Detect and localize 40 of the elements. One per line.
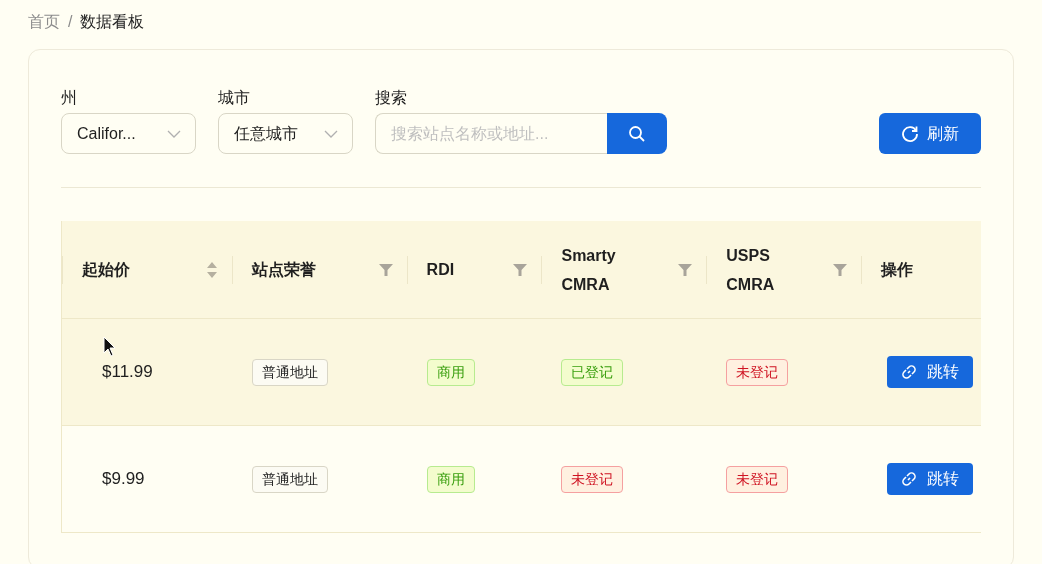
filter-icon[interactable] [833,262,848,277]
status-tag: 商用 [426,358,475,386]
jump-button[interactable]: 跳转 [887,463,974,495]
link-icon [901,364,918,380]
select-field[interactable]: 任意城市 [218,113,353,154]
price-text: $11.99 [102,362,153,382]
filter-icon[interactable] [513,262,528,277]
cursor-icon [103,336,117,358]
jump-button[interactable]: 跳转 [887,356,974,388]
column-header: USPS CMRA [726,245,776,295]
status-tag: 普通地址 [251,465,328,493]
status-tag: 商用 [426,465,475,493]
filter-label: 州 [61,88,78,108]
filter-icon[interactable] [678,262,693,277]
status-tag: 未登记 [561,465,624,493]
search-button[interactable] [607,113,667,154]
column-header: 站点荣誉 [251,260,317,280]
refresh-button[interactable]: 刷新 [879,113,981,154]
price-text: $9.99 [102,469,145,489]
status-tag: 普通地址 [251,358,328,386]
breadcrumb-current: 数据看板 [80,11,145,32]
select-field[interactable]: Califor... [61,113,196,154]
column-header: RDI [426,260,456,280]
filter-label: 搜索 [375,88,408,108]
chevron-down-icon [167,128,181,139]
link-icon [901,471,918,487]
column-header: Smarty CMRA [561,245,617,295]
refresh-icon [901,124,919,143]
filter-icon[interactable] [378,262,393,277]
search-field[interactable]: 搜索站点名称或地址... [375,113,607,154]
chevron-down-icon [324,128,338,139]
status-tag: 未登记 [726,358,789,386]
breadcrumb-separator: / [68,11,73,32]
status-tag: 已登记 [561,358,624,386]
breadcrumb-link[interactable]: 首页 [28,9,60,34]
column-header: 起始价 [82,260,131,280]
column-header: 操作 [881,260,915,280]
search-icon [628,124,646,143]
filter-label: 城市 [218,88,251,108]
status-tag: 未登记 [726,465,789,493]
